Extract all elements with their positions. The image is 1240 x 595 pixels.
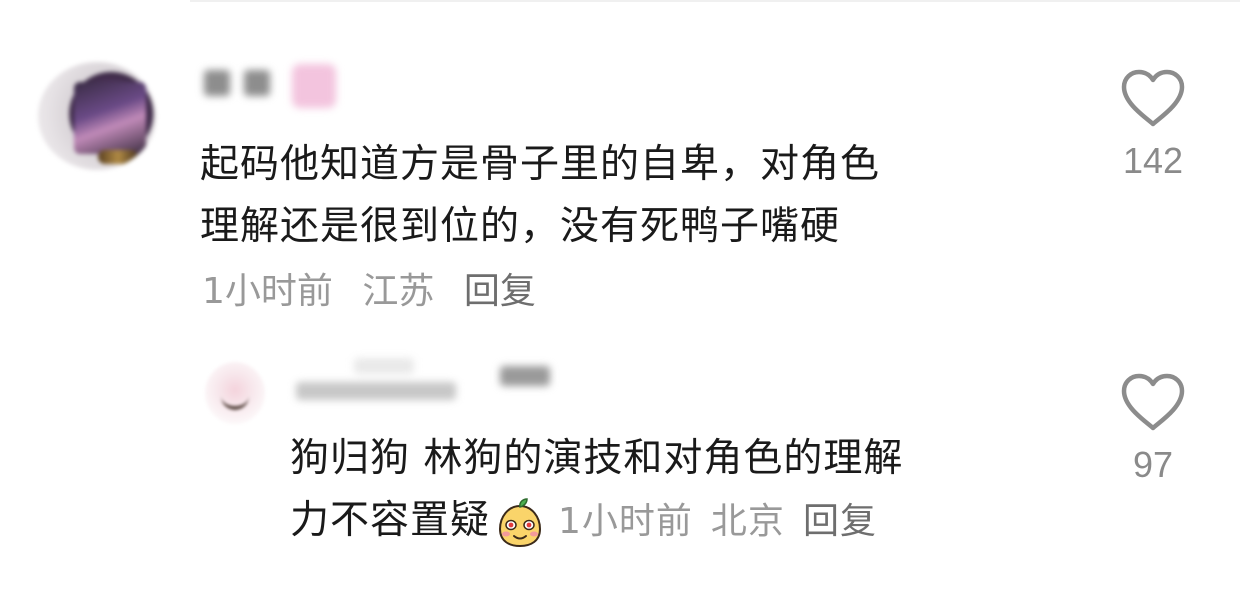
comment-line: 狗归狗 林狗的演技和对角色的理解 — [290, 436, 904, 481]
username-blurred[interactable] — [290, 352, 560, 402]
heart-outline-icon — [1121, 69, 1185, 127]
reply-button[interactable]: 回复 — [803, 501, 877, 542]
comment-meta: 1小时前 江苏 回复 — [202, 270, 554, 314]
reply-avatar[interactable] — [205, 362, 265, 424]
comment-time: 1小时前 — [558, 501, 693, 542]
comment-text: 起码他知道方是骨子里的自卑，对角色 理解还是很到位的，没有死鸭子嘴硬 — [200, 134, 880, 258]
comment-line: 力不容置疑 — [290, 498, 491, 543]
reply-meta: 1小时前 北京 回复 — [558, 501, 895, 542]
comment-line-with-meta: 力不容置疑 1小时前 北京 回复 — [290, 490, 903, 553]
reply-button[interactable]: 回复 — [464, 271, 536, 312]
like-count: 97 — [1132, 444, 1174, 485]
reply-text: 狗归狗 林狗的演技和对角色的理解 力不容置疑 1小时前 北京 回复 — [290, 428, 903, 553]
like-count: 142 — [1122, 140, 1184, 181]
like-button[interactable]: 97 — [1118, 372, 1188, 486]
mango-emoji-icon — [496, 497, 544, 549]
top-divider — [190, 0, 1240, 2]
heart-outline-icon — [1121, 373, 1185, 431]
comment-time: 1小时前 — [202, 271, 333, 312]
like-button[interactable]: 142 — [1118, 68, 1188, 182]
avatar[interactable] — [38, 62, 156, 170]
comment-location: 江苏 — [362, 271, 435, 312]
username-blurred[interactable] — [200, 62, 350, 108]
comment-line: 理解还是很到位的，没有死鸭子嘴硬 — [200, 204, 841, 249]
comment-location: 北京 — [710, 501, 785, 542]
comment-line: 起码他知道方是骨子里的自卑，对角色 — [200, 142, 881, 187]
